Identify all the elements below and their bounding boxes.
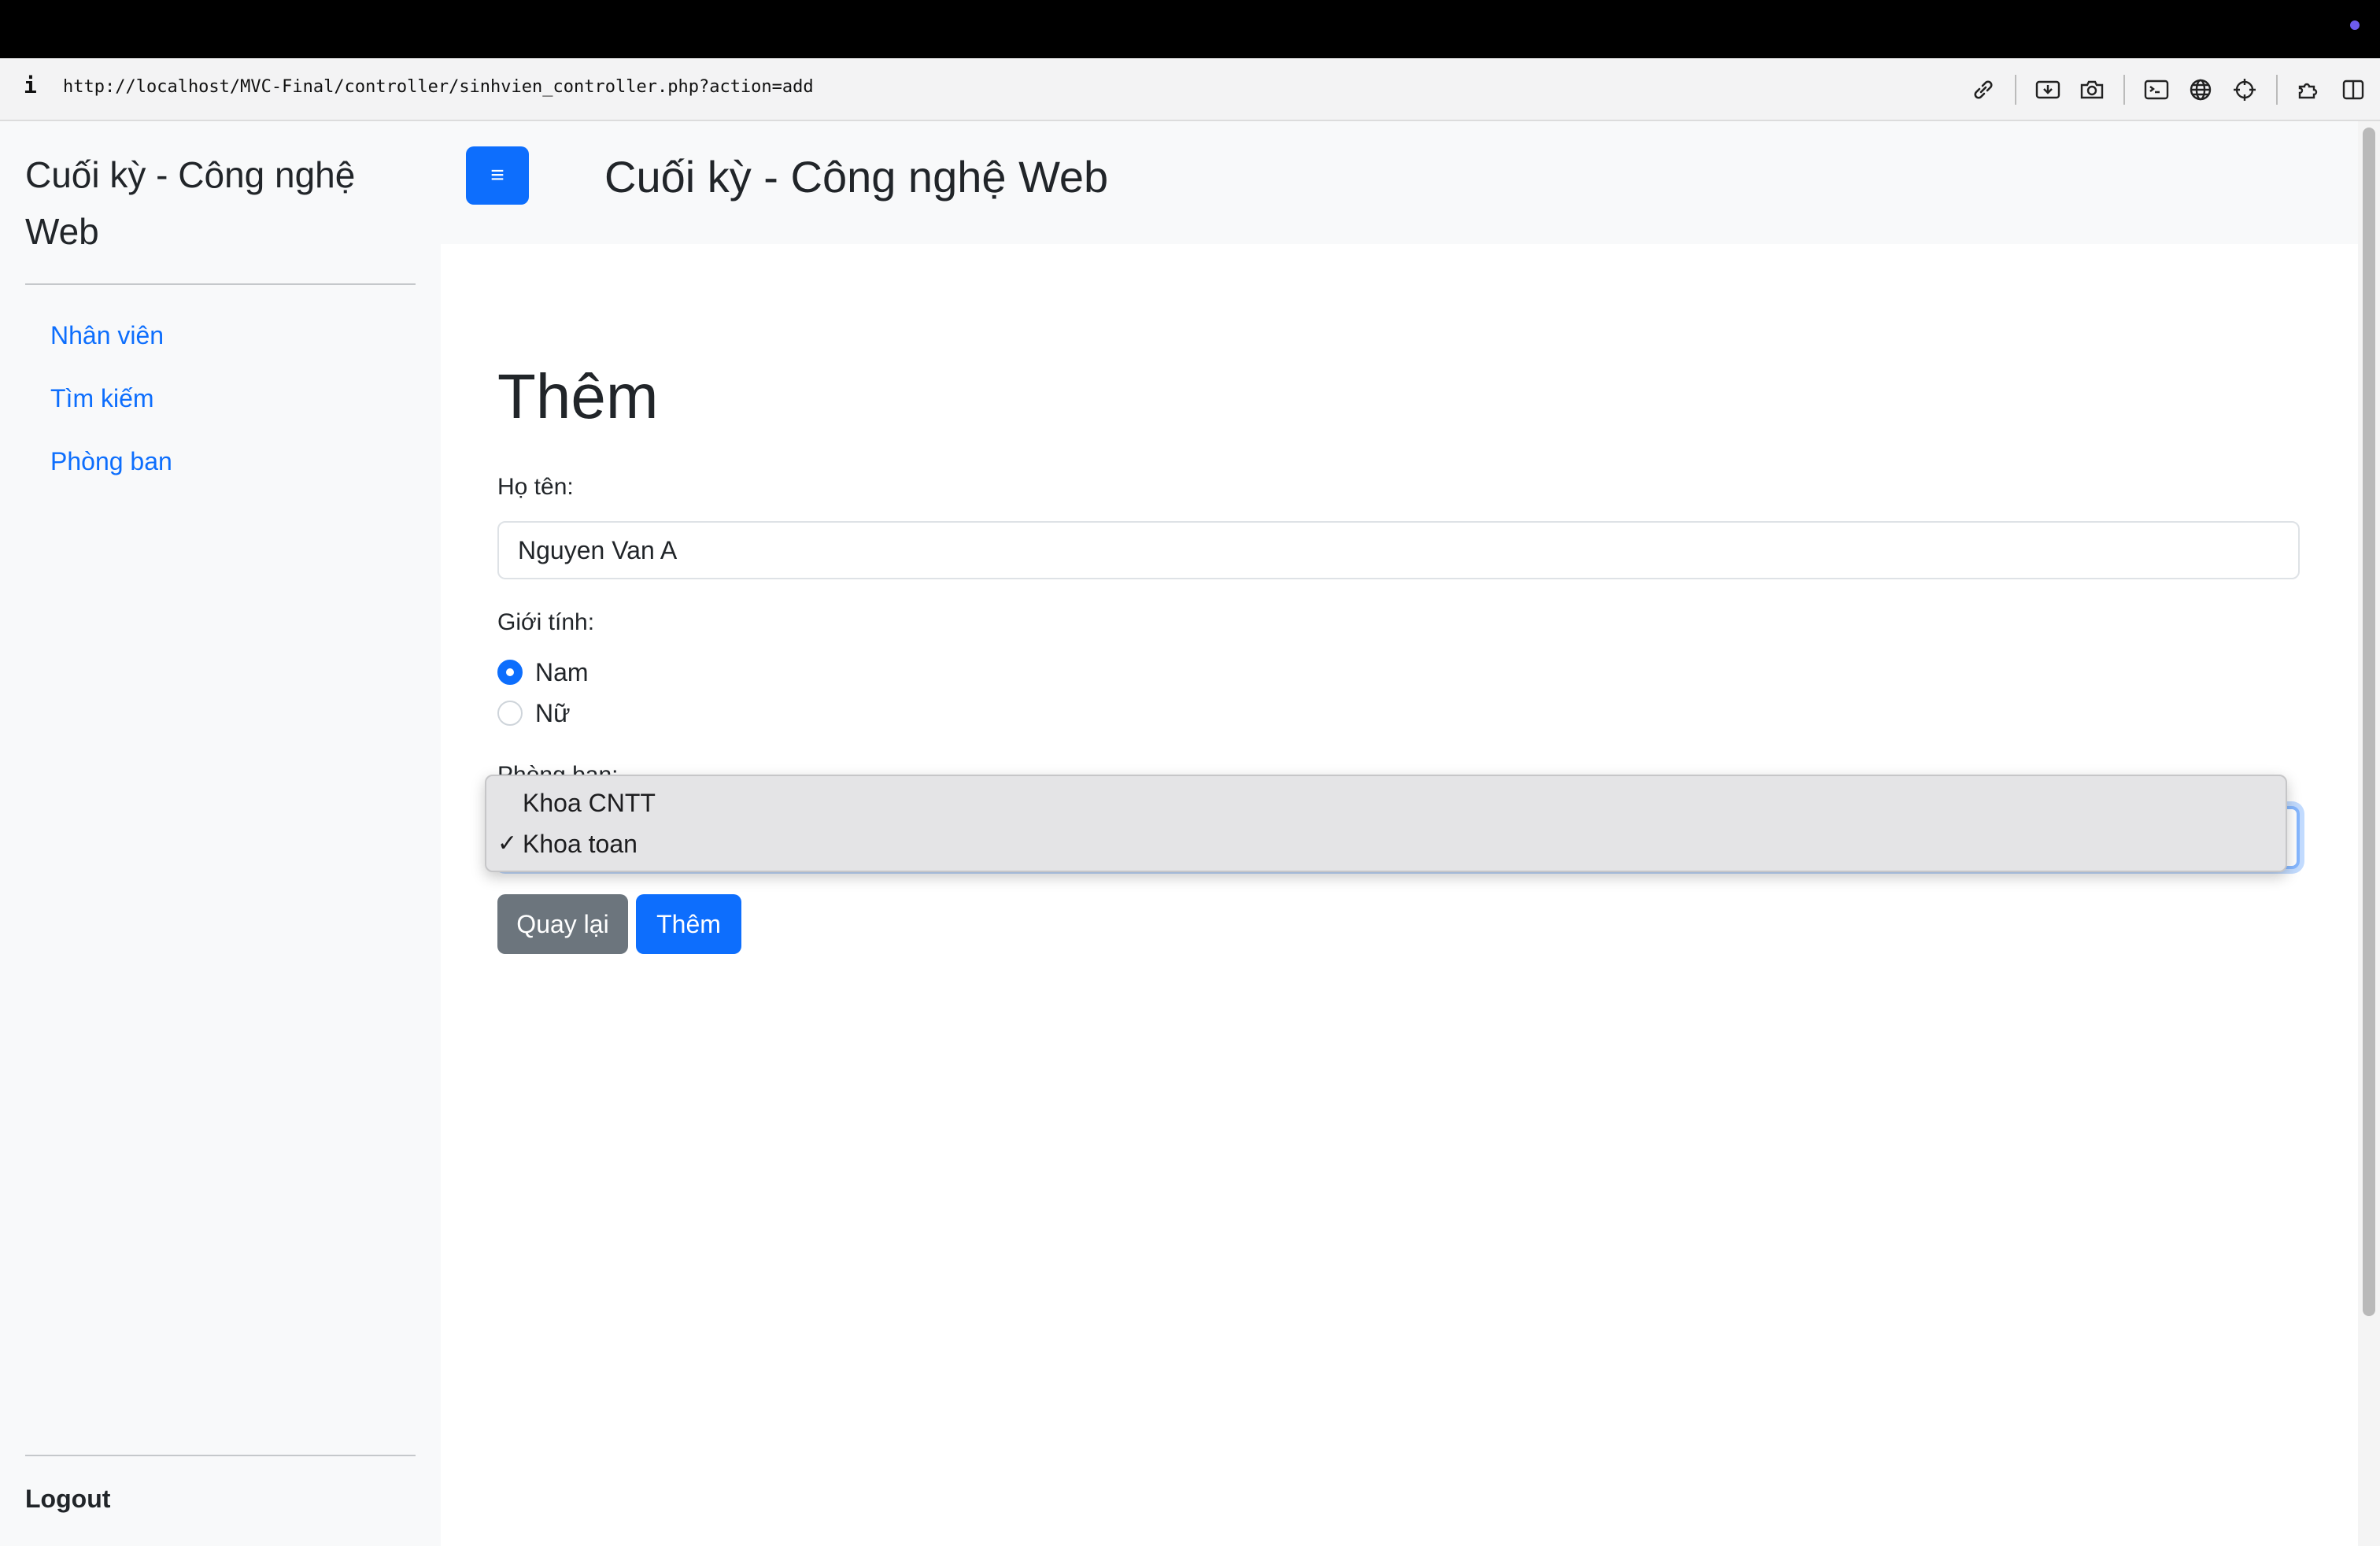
header-title: Cuối kỳ - Công nghệ Web (604, 152, 1109, 202)
status-dot (2350, 20, 2360, 30)
gender-radio-nam[interactable] (497, 660, 523, 685)
info-icon[interactable]: i (24, 72, 37, 98)
link-icon[interactable] (1968, 74, 1999, 105)
name-label: Họ tên: (497, 474, 574, 500)
gender-radio-nu[interactable] (497, 701, 523, 726)
submit-button[interactable]: Thêm (636, 894, 741, 954)
sidebar-nav: Nhân viên Tìm kiếm Phòng ban (50, 320, 172, 509)
sidebar: Cuối kỳ - Công nghệ Web Nhân viên Tìm ki… (0, 121, 441, 1546)
url-text[interactable]: http://localhost/MVC-Final/controller/si… (63, 77, 814, 97)
scrollbar-thumb[interactable] (2363, 128, 2375, 1316)
page-title: Thêm (497, 361, 659, 431)
dropdown-option-khoa-toan[interactable]: Khoa toan (523, 830, 638, 859)
download-icon[interactable] (2032, 74, 2064, 105)
dropdown-option-khoa-cntt[interactable]: Khoa CNTT (523, 789, 656, 818)
sidebar-divider (25, 283, 416, 285)
sidebar-brand[interactable]: Cuối kỳ - Công nghệ Web (25, 146, 395, 260)
globe-icon[interactable] (2185, 74, 2216, 105)
camera-icon[interactable] (2076, 74, 2108, 105)
sidebar-divider (25, 1455, 416, 1456)
page-header: ≡ Cuối kỳ - Công nghệ Web (441, 121, 2358, 244)
name-input[interactable]: Nguyen Van A (497, 521, 2300, 579)
sidebar-item-phong-ban[interactable]: Phòng ban (50, 446, 172, 509)
back-button[interactable]: Quay lại (497, 894, 628, 954)
gender-label-nam[interactable]: Nam (535, 658, 589, 687)
terminal-icon[interactable] (2141, 74, 2172, 105)
toolbar-divider (2015, 75, 2016, 105)
sidebar-icon[interactable] (2338, 74, 2369, 105)
gender-label-nu[interactable]: Nữ (535, 699, 571, 728)
main-content: Thêm Họ tên: Nguyen Van A Giới tính: Nam… (441, 244, 2358, 1546)
sidebar-toggle-button[interactable]: ≡ (466, 146, 529, 205)
logout-link[interactable]: Logout (25, 1485, 110, 1514)
checkmark-icon: ✓ (497, 830, 518, 856)
os-top-bar (0, 0, 2380, 58)
toolbar-divider (2276, 75, 2278, 105)
department-dropdown-menu: Khoa CNTT ✓ Khoa toan (485, 775, 2287, 872)
browser-address-bar: i http://localhost/MVC-Final/controller/… (0, 58, 2380, 121)
page-scrollbar[interactable] (2358, 121, 2380, 1546)
toolbar-divider (2123, 75, 2125, 105)
gender-label: Giới tính: (497, 609, 595, 635)
crosshair-icon[interactable] (2229, 74, 2260, 105)
sidebar-item-tim-kiem[interactable]: Tìm kiếm (50, 383, 172, 446)
sidebar-item-nhan-vien[interactable]: Nhân viên (50, 320, 172, 383)
extensions-icon[interactable] (2293, 74, 2325, 105)
browser-toolbar-icons (1955, 72, 2369, 107)
